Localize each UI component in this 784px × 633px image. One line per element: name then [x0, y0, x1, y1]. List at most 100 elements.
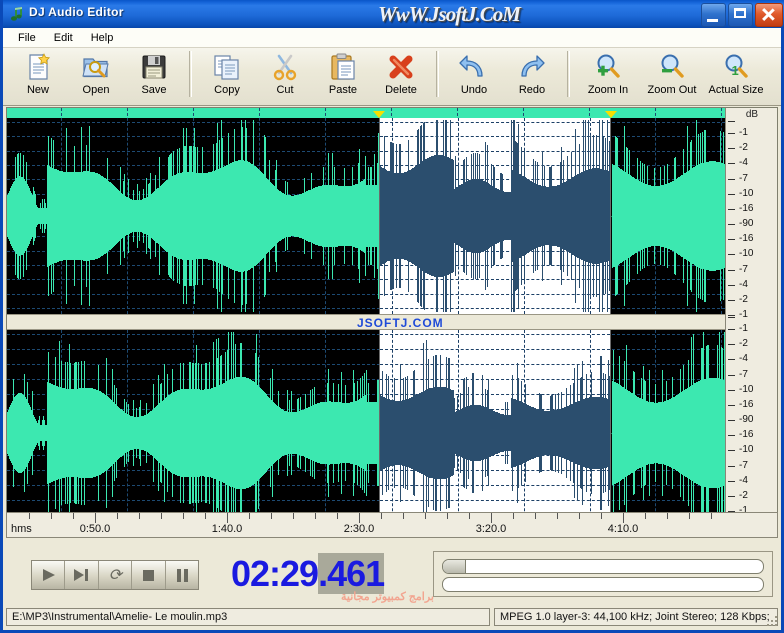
center-watermark: JSOFTJ.COM	[357, 316, 444, 330]
close-button[interactable]	[755, 3, 783, 27]
minimize-button[interactable]	[701, 3, 726, 27]
progress-slider-knob[interactable]	[443, 560, 467, 573]
volume-slider[interactable]	[442, 577, 764, 592]
channel-splitter: JSOFTJ.COM	[7, 314, 725, 330]
menu-bar: File Edit Help	[3, 28, 781, 48]
db-tick: -7	[726, 369, 778, 382]
waveform-channel[interactable]	[7, 330, 725, 536]
waveform-channel[interactable]	[7, 108, 725, 314]
db-tick: -90	[726, 414, 778, 427]
pause-button[interactable]	[166, 561, 198, 589]
undo-arrow-icon	[458, 52, 490, 82]
time-ruler[interactable]: hms 0:50.0 1:40.0 2:30.0 3:20.0 4:10.0	[6, 512, 778, 538]
clipboard-icon	[327, 52, 359, 82]
menu-file[interactable]: File	[9, 30, 45, 46]
pause-icon	[176, 569, 181, 582]
position-time-display: 02:29.461	[231, 553, 385, 595]
ruler-tick	[315, 513, 316, 519]
ruler-label: 2:30.0	[343, 523, 375, 535]
db-axis-channel: -1 -2 -4 -7 -10 -16 -90 -16 -10 -7 -4 -2 -1	[726, 317, 778, 516]
db-axis-channel: -1 -2 -4 -7 -10 -16 -90 -16 -10 -7 -4 -2 -1	[726, 121, 778, 320]
ruler-tick	[689, 513, 690, 519]
position-time-main: 02:29	[231, 553, 319, 594]
cut-button-label: Cut	[276, 84, 294, 96]
db-tick: -10	[726, 384, 778, 397]
open-button-label: Open	[82, 84, 110, 96]
toolbar-separator	[189, 51, 192, 97]
loop-button[interactable]: ⟳	[99, 561, 133, 589]
selection-waveform-trace	[380, 330, 610, 536]
ruler-tick	[557, 513, 558, 519]
slider-group	[433, 551, 773, 597]
zoom-out-button-label: Zoom Out	[647, 84, 697, 96]
application-window: DJ Audio Editor WwW.JsoftJ.CoM File Edit…	[0, 0, 784, 633]
overlay-watermark: برامج كمبيوتر مجانية	[341, 591, 434, 603]
status-format-info: MPEG 1.0 layer-3: 44,100 kHz; Joint Ster…	[494, 608, 778, 626]
db-tick: -90	[726, 218, 778, 231]
copy-icon	[211, 52, 243, 82]
waveform-panel[interactable]: JSOFTJ.COM dB -1 -2 -4 -7 -10 -16 -90 -16 -10 -7-…	[6, 107, 778, 537]
resize-grip-icon[interactable]	[765, 614, 779, 628]
redo-button[interactable]: Redo	[503, 48, 561, 104]
progress-slider[interactable]	[442, 559, 764, 574]
db-tick: -16	[726, 203, 778, 216]
db-tick: -4	[726, 353, 778, 366]
ruler-tick	[271, 513, 272, 519]
waveform-trace	[7, 118, 725, 314]
stop-button[interactable]	[132, 561, 166, 589]
magnifier-minus-icon	[656, 52, 688, 82]
ruler-tick	[29, 513, 30, 519]
open-button[interactable]: Open	[67, 48, 125, 104]
db-axis: dB -1 -2 -4 -7 -10 -16 -90 -16 -10 -7 -4 -2 -1 -1 -2 -4…	[725, 108, 777, 536]
db-tick: -2	[726, 294, 778, 307]
db-tick: -4	[726, 157, 778, 170]
waveform-selection[interactable]	[379, 330, 611, 536]
zoom-out-button[interactable]: Zoom Out	[640, 48, 704, 104]
title-watermark: WwW.JsoftJ.CoM	[378, 2, 521, 26]
svg-text:1: 1	[732, 63, 739, 78]
ruler-tick	[403, 513, 404, 519]
paste-button[interactable]: Paste	[314, 48, 372, 104]
play-icon	[43, 569, 55, 581]
undo-button[interactable]: Undo	[445, 48, 503, 104]
cut-button[interactable]: Cut	[256, 48, 314, 104]
ruler-label: 4:10.0	[607, 523, 639, 535]
ruler-tick	[139, 513, 140, 519]
save-button[interactable]: Save	[125, 48, 183, 104]
zoom-in-button[interactable]: Zoom In	[576, 48, 640, 104]
red-x-icon	[385, 52, 417, 82]
ruler-tick-major	[623, 513, 624, 523]
stop-icon	[143, 570, 155, 581]
waveform-canvas[interactable]: JSOFTJ.COM	[7, 108, 725, 536]
new-document-icon	[22, 52, 54, 82]
copy-button-label: Copy	[214, 84, 240, 96]
db-tick: -7	[726, 173, 778, 186]
ruler-tick	[667, 513, 668, 519]
menu-edit[interactable]: Edit	[45, 30, 82, 46]
play-button[interactable]	[32, 561, 66, 589]
db-tick: -10	[726, 248, 778, 261]
ruler-tick	[579, 513, 580, 519]
selection-marker[interactable]	[605, 111, 617, 118]
waveform-selection[interactable]	[379, 118, 611, 314]
copy-button[interactable]: Copy	[198, 48, 256, 104]
next-track-icon	[74, 569, 85, 581]
db-tick: -4	[726, 279, 778, 292]
new-button[interactable]: New	[9, 48, 67, 104]
selection-marker[interactable]	[373, 111, 385, 118]
status-file-path: E:\MP3\Instrumental\Amelie- Le moulin.mp…	[6, 608, 490, 626]
open-folder-icon	[80, 52, 112, 82]
menu-help[interactable]: Help	[82, 30, 123, 46]
ruler-tick	[425, 513, 426, 519]
db-tick: -16	[726, 429, 778, 442]
next-button[interactable]	[65, 561, 99, 589]
actual-size-button-label: Actual Size	[708, 84, 764, 96]
new-button-label: New	[26, 84, 49, 96]
actual-size-button[interactable]: 1 Actual Size	[704, 48, 768, 104]
ruler-tick	[117, 513, 118, 519]
delete-button[interactable]: Delete	[372, 48, 430, 104]
maximize-button[interactable]	[728, 3, 753, 27]
position-time-ms: .461	[318, 553, 385, 594]
ruler-unit-label: hms	[11, 523, 32, 535]
app-icon	[11, 7, 22, 21]
